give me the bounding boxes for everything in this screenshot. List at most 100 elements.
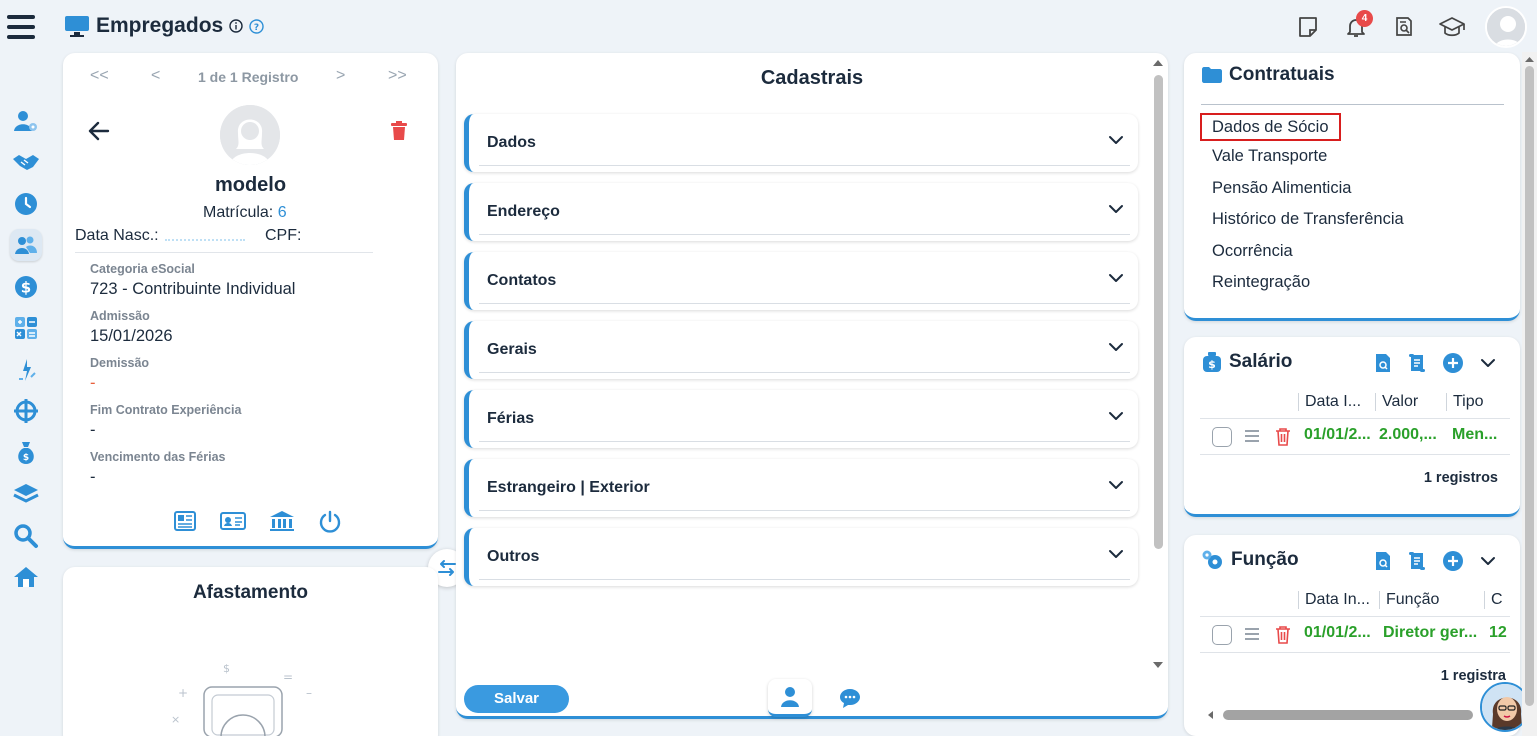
column-header[interactable]: Data In... (1298, 591, 1370, 609)
column-header[interactable]: Tipo (1446, 393, 1484, 411)
funcao-horizontal-scrollbar[interactable] (1203, 709, 1493, 721)
column-header[interactable]: Valor (1375, 393, 1418, 411)
menu-icon[interactable] (6, 12, 36, 42)
contratuais-item-ocorrencia[interactable]: Ocorrência (1200, 239, 1416, 271)
column-header[interactable]: C (1484, 591, 1503, 609)
nav-item-network[interactable] (0, 391, 52, 433)
power-icon[interactable] (318, 510, 342, 534)
contratuais-item-reintegracao[interactable]: Reintegração (1200, 270, 1416, 302)
row-checkbox[interactable] (1212, 427, 1232, 447)
employee-actions (173, 510, 342, 534)
section-contatos[interactable]: Contatos (464, 252, 1138, 310)
save-button[interactable]: Salvar (464, 685, 569, 713)
divider (479, 510, 1130, 511)
trash-icon[interactable] (1275, 427, 1291, 447)
nav-item-search[interactable] (0, 515, 52, 557)
svg-text:+: + (178, 686, 188, 700)
add-circle-icon[interactable] (1442, 352, 1464, 374)
table-row: 01/01/2... 2.000,... Men... (1200, 419, 1510, 455)
scroll-list-icon[interactable] (1408, 353, 1426, 373)
drag-handle-icon[interactable] (1244, 627, 1260, 641)
section-label: Gerais (487, 341, 537, 358)
nav-item-benefits[interactable]: $ (0, 432, 52, 474)
nav-item-reports[interactable] (0, 349, 52, 391)
nav-item-finance[interactable]: $ (0, 266, 52, 308)
cell-code: 12 (1489, 624, 1507, 641)
column-header[interactable]: Data I... (1298, 393, 1361, 411)
nav-item-employees[interactable] (0, 225, 52, 267)
info-icon[interactable] (229, 19, 243, 33)
section-endereco[interactable]: Endereço (464, 183, 1138, 241)
salario-card: $ Salário Data I... Valor Tipo 01/01/2..… (1184, 337, 1520, 517)
notes-button[interactable] (1293, 12, 1323, 42)
document-search-icon[interactable] (1374, 353, 1392, 373)
svg-text:$: $ (1208, 358, 1216, 371)
newspaper-icon[interactable] (173, 510, 197, 534)
funcao-card: Função Data In... Função C 01/01/2... Di… (1184, 535, 1520, 736)
page-scrollbar[interactable] (1522, 52, 1537, 736)
drag-handle-icon[interactable] (1244, 429, 1260, 443)
field-label: Fim Contrato Experiência (90, 403, 242, 417)
matricula-label: Matrícula: (203, 204, 274, 221)
section-dados[interactable]: Dados (464, 114, 1138, 172)
section-ferias[interactable]: Férias (464, 390, 1138, 448)
nav-item-layers[interactable] (0, 474, 52, 516)
scroll-list-icon[interactable] (1408, 551, 1426, 571)
id-card-icon[interactable] (220, 510, 246, 534)
training-button[interactable] (1437, 12, 1467, 42)
birth-date-redacted (164, 231, 245, 241)
money-bag-icon: $ (1201, 351, 1223, 373)
nav-item-time[interactable] (0, 183, 52, 225)
layers-icon (13, 482, 39, 506)
notifications-button[interactable]: 4 (1341, 10, 1373, 42)
section-estrangeiro[interactable]: Estrangeiro | Exterior (464, 459, 1138, 517)
birth-date-label: Data Nasc.: (75, 227, 159, 244)
pencil-chart-icon (13, 357, 39, 383)
contratuais-item-vale-transporte[interactable]: Vale Transporte (1200, 144, 1416, 176)
contratuais-item-pensao[interactable]: Pensão Alimenticia (1200, 176, 1416, 208)
employee-photo[interactable] (220, 105, 280, 165)
divider (479, 372, 1130, 373)
nav-item-agreements[interactable] (0, 142, 52, 184)
chevron-down-icon[interactable] (1480, 556, 1496, 566)
pager-last-button[interactable]: >> (388, 67, 407, 85)
help-icon[interactable]: ? (249, 18, 264, 34)
user-avatar[interactable] (1485, 6, 1527, 48)
contratuais-item-dados-socio[interactable]: Dados de Sócio (1200, 113, 1341, 141)
svg-text:$: $ (23, 453, 29, 463)
nav-item-home[interactable] (0, 557, 52, 599)
row-checkbox[interactable] (1212, 625, 1232, 645)
bank-icon[interactable] (269, 510, 295, 534)
employee-name: modelo (214, 174, 287, 196)
back-arrow-icon[interactable] (88, 121, 110, 141)
nav-item-calculations[interactable] (0, 308, 52, 350)
tab-person[interactable] (768, 679, 812, 717)
nav-item-user-settings[interactable] (0, 100, 52, 142)
top-actions: 4 (1293, 6, 1537, 48)
section-label: Contatos (487, 272, 557, 289)
page-title-text: Empregados (96, 14, 224, 37)
column-header[interactable]: Função (1379, 591, 1439, 609)
folder-icon (1201, 66, 1223, 84)
search-document-button[interactable] (1389, 12, 1419, 42)
chevron-down-icon[interactable] (1480, 358, 1496, 368)
contratuais-item-transferencia[interactable]: Histórico de Transferência (1200, 207, 1416, 239)
afastamento-title: Afastamento (192, 582, 309, 603)
trash-icon[interactable] (1275, 625, 1291, 645)
globe-network-icon (13, 398, 39, 424)
section-label: Dados (487, 134, 536, 151)
pager-first-button[interactable]: << (90, 67, 109, 85)
tab-chat[interactable] (828, 679, 872, 717)
section-outros[interactable]: Outros (464, 528, 1138, 586)
delete-icon[interactable] (389, 120, 409, 142)
section-gerais[interactable]: Gerais (464, 321, 1138, 379)
pager-prev-button[interactable]: < (151, 67, 160, 85)
money-bag-icon: $ (14, 440, 38, 466)
cadastrais-scrollbar[interactable] (1151, 55, 1165, 673)
add-circle-icon[interactable] (1442, 550, 1464, 572)
employee-registration: Matrícula: 6 (203, 204, 287, 222)
pager-next-button[interactable]: > (336, 67, 345, 85)
divider (479, 303, 1130, 304)
document-search-icon[interactable] (1374, 551, 1392, 571)
cell-date: 01/01/2... (1304, 624, 1371, 641)
